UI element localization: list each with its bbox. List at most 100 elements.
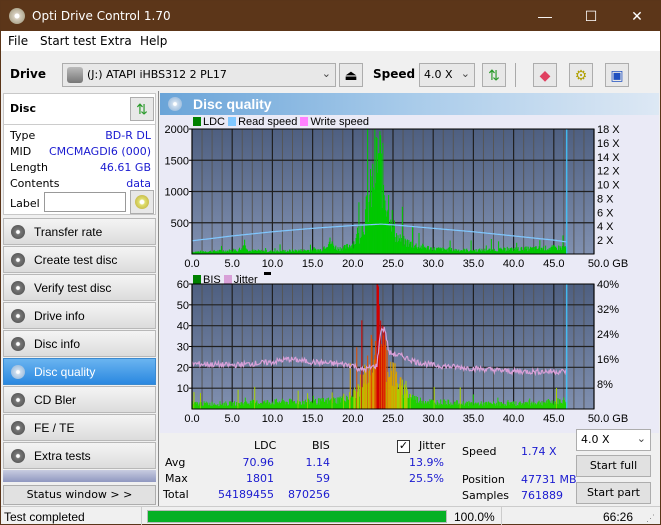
drive-icon	[67, 67, 83, 83]
y-tick-label: 40	[177, 321, 189, 333]
progress-bar	[147, 510, 447, 523]
y2-tick-label: 6 X	[597, 207, 614, 219]
bis-chart: 0.0 5.0 10.0 15.0 20.0 25.0 30.0 35.0 40.0 45.0 50…	[177, 279, 628, 425]
nav-create-test-disc[interactable]: Create test disc	[3, 246, 156, 273]
status-window-button[interactable]: Status window > >	[3, 485, 156, 505]
contents-label: Contents	[10, 177, 60, 190]
resize-grip-icon[interactable]: ⋰	[646, 513, 655, 524]
x-tick-label: 15.0	[302, 258, 323, 270]
eject-icon: ⏏	[344, 67, 358, 83]
ldc-max: 1801	[246, 472, 274, 485]
sidebar: Disc ⇅ Type BD-R DL MID CMCMAGDI6 (000) …	[1, 91, 158, 506]
disc-icon	[11, 365, 25, 379]
nav-fe-te[interactable]: FE / TE	[3, 414, 156, 441]
eject-button[interactable]: ⏏	[339, 63, 363, 87]
disc-icon	[135, 195, 149, 209]
menu-extra[interactable]: Extra	[100, 34, 132, 48]
x-tick-label: 50.0 GB	[588, 258, 628, 270]
x-tick-label: 25.0	[382, 258, 403, 270]
type-label: Type	[10, 129, 36, 142]
x-tick-label: 40.0	[503, 258, 524, 270]
jitter-max: 25.5%	[409, 472, 444, 485]
settings-icon: ⚙	[574, 67, 588, 83]
chart-area: LDC Read speed Write speed BIS Jitter 0.…	[160, 115, 659, 433]
nav-disc-quality[interactable]: Disc quality	[3, 358, 156, 385]
nav-extra-tests[interactable]: Extra tests	[3, 442, 156, 469]
disc-icon	[11, 337, 25, 351]
x-tick-label: 5.0	[225, 258, 240, 270]
nav-transfer-rate[interactable]: Transfer rate	[3, 218, 156, 245]
speed-label: Speed	[373, 67, 416, 81]
disc-refresh-button[interactable]: ⇅	[130, 97, 154, 121]
y-tick-label: 10	[177, 383, 189, 395]
title-bar: Opti Drive Control 1.70 — ☐ ✕	[1, 1, 660, 31]
length-value: 46.61 GB	[99, 161, 151, 174]
x-tick-label: 10.0	[262, 413, 283, 425]
settings-button[interactable]: ⚙	[569, 63, 593, 87]
max-label: Max	[165, 472, 188, 485]
label-input[interactable]	[44, 192, 126, 212]
erase-icon: ◆	[539, 67, 551, 83]
y-tick-label: 1500	[165, 155, 189, 167]
disc-icon	[11, 281, 25, 295]
save-button[interactable]: ▣	[605, 63, 629, 87]
test-speed-select[interactable]: 4.0 X ⌄	[576, 429, 651, 451]
position-value: 47731 MB	[521, 473, 577, 486]
menu-help[interactable]: Help	[140, 34, 167, 48]
drive-value: (J:) ATAPI iHBS312 2 PL17	[87, 68, 227, 81]
x-tick-label: 50.0 GB	[588, 413, 628, 425]
drive-select[interactable]: (J:) ATAPI iHBS312 2 PL17 ⌄	[62, 63, 336, 87]
y2-tick-label: 32%	[597, 304, 619, 316]
nav-disc-info[interactable]: Disc info	[3, 330, 156, 357]
start-part-button[interactable]: Start part	[576, 482, 651, 504]
menu-start-test[interactable]: Start test	[40, 34, 96, 48]
nav-label: Disc quality	[34, 365, 96, 379]
y-tick-label: 1000	[165, 187, 189, 199]
toolbar-divider	[515, 63, 516, 87]
disc-icon	[11, 253, 25, 267]
start-full-button[interactable]: Start full	[576, 455, 651, 477]
x-tick-label: 0.0	[184, 413, 199, 425]
label-label: Label	[10, 197, 40, 210]
disc-icon	[11, 449, 25, 463]
elapsed-time: 66:26	[603, 510, 634, 524]
minimize-button[interactable]: —	[522, 1, 568, 31]
refresh-button[interactable]: ⇅	[482, 63, 506, 87]
progress-label: 100.0%	[454, 510, 495, 524]
nav-verify-test-disc[interactable]: Verify test disc	[3, 274, 156, 301]
disc-quality-icon	[168, 97, 182, 111]
disc-icon	[11, 225, 25, 239]
refresh-icon: ⇅	[136, 101, 148, 117]
total-label: Total	[163, 488, 189, 501]
menu-bar: File Start test Extra Help	[1, 31, 660, 51]
jitter-avg: 13.9%	[409, 456, 444, 469]
avg-label: Avg	[165, 456, 186, 469]
speed-label: Speed	[462, 445, 497, 458]
disc-icon	[11, 309, 25, 323]
y-tick-label: 50	[177, 300, 189, 312]
menu-file[interactable]: File	[8, 34, 28, 48]
nav-label: CD Bler	[34, 393, 77, 407]
y2-tick-label: 10 X	[597, 180, 620, 192]
y-tick-label: 60	[177, 279, 189, 291]
nav-label: Drive info	[34, 309, 85, 323]
close-button[interactable]: ✕	[614, 1, 660, 31]
speed-value: 1.74 X	[521, 445, 557, 458]
ldc-avg: 70.96	[242, 456, 275, 469]
y2-tick-label: 16 X	[597, 138, 620, 150]
jitter-checkbox[interactable]: ✓	[397, 440, 410, 453]
disc-panel: Disc ⇅ Type BD-R DL MID CMCMAGDI6 (000) …	[3, 93, 156, 215]
nav-cd-bler[interactable]: CD Bler	[3, 386, 156, 413]
disc-icon	[11, 421, 25, 435]
x-tick-label: 30.0	[422, 413, 443, 425]
x-tick-label: 40.0	[503, 413, 524, 425]
y2-tick-label: 2 X	[597, 235, 614, 247]
jitter-label: Jitter	[419, 439, 446, 452]
y2-tick-label: 8%	[597, 379, 613, 391]
status-text: Test completed	[4, 510, 85, 524]
maximize-button[interactable]: ☐	[568, 1, 614, 31]
disc-label-button[interactable]	[130, 190, 154, 214]
speed-select[interactable]: 4.0 X ⌄	[419, 63, 475, 87]
nav-drive-info[interactable]: Drive info	[3, 302, 156, 329]
erase-button[interactable]: ◆	[533, 63, 557, 87]
